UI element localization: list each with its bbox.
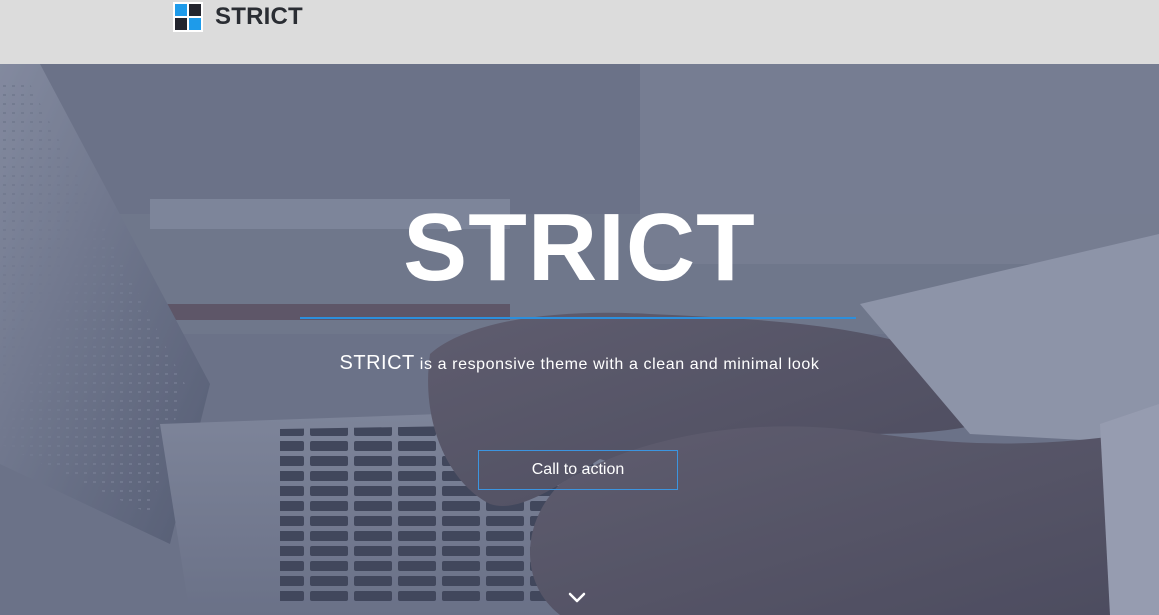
brand-link[interactable]: STRICT [173,2,303,32]
hero-overlay [0,64,1159,615]
call-to-action-button[interactable]: Call to action [478,450,678,490]
chevron-down-icon[interactable] [567,589,587,605]
hero-tagline: STRICT is a responsive theme with a clea… [0,352,1159,375]
hero-title: STRICT [403,194,756,301]
hero-divider [300,317,856,319]
tagline-text: is a responsive theme with a clean and m… [414,356,820,373]
brand-name: STRICT [215,3,303,30]
site-header: STRICT [0,0,1159,64]
logo-icon [173,2,203,32]
hero-section: STRICT STRICT is a responsive theme with… [0,64,1159,615]
tagline-brand: STRICT [339,352,415,374]
